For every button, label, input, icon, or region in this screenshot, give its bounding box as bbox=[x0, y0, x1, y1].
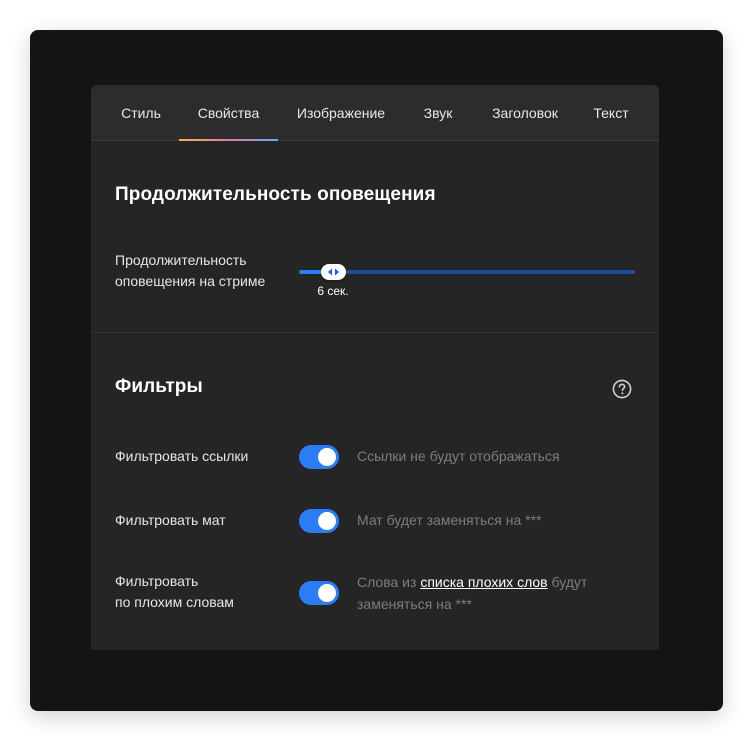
app-frame: Стиль Свойства Изображение Звук Заголово… bbox=[30, 30, 723, 711]
tab-sound[interactable]: Звук bbox=[409, 85, 467, 140]
filter-bad-words-description-line2: заменяться на *** bbox=[357, 596, 472, 612]
filter-profanity-description: Мат будет заменяться на *** bbox=[357, 512, 542, 528]
filter-profanity-toggle[interactable] bbox=[299, 509, 339, 533]
filter-bad-words-description: Слова из списка плохих слов будут заменя… bbox=[357, 571, 587, 615]
toggle-knob bbox=[318, 512, 336, 530]
desc-prefix: Слова из bbox=[357, 574, 421, 590]
duration-label-line2: оповещения на стриме bbox=[115, 273, 266, 289]
tab-style[interactable]: Стиль bbox=[109, 85, 173, 140]
duration-slider[interactable]: 6 сек. bbox=[299, 263, 635, 298]
question-circle-icon bbox=[612, 379, 632, 399]
filters-section-title: Фильтры bbox=[115, 376, 203, 397]
filter-bad-words-toggle[interactable] bbox=[299, 581, 339, 605]
left-right-arrows-icon bbox=[328, 268, 339, 276]
filter-bad-words-label-line1: Фильтровать bbox=[115, 573, 199, 589]
help-icon[interactable] bbox=[612, 379, 632, 399]
filter-links-label: Фильтровать ссылки bbox=[115, 448, 249, 464]
filter-links-description: Ссылки не будут отображаться bbox=[357, 448, 560, 464]
tab-header[interactable]: Заголовок bbox=[479, 85, 571, 140]
filter-bad-words-label: Фильтровать по плохим словам bbox=[115, 571, 234, 613]
filter-links-toggle[interactable] bbox=[299, 445, 339, 469]
duration-section-title: Продолжительность оповещения bbox=[115, 184, 436, 205]
tab-image[interactable]: Изображение bbox=[287, 85, 395, 140]
section-divider bbox=[91, 332, 659, 333]
duration-label: Продолжительность оповещения на стриме bbox=[115, 250, 265, 292]
slider-handle[interactable] bbox=[321, 264, 346, 280]
toggle-knob bbox=[318, 584, 336, 602]
slider-value-label: 6 сек. bbox=[317, 284, 349, 298]
tab-text[interactable]: Текст bbox=[585, 85, 637, 140]
tab-bar: Стиль Свойства Изображение Звук Заголово… bbox=[91, 85, 659, 141]
bad-words-list-link[interactable]: списка плохих слов bbox=[420, 574, 547, 590]
filter-bad-words-label-line2: по плохим словам bbox=[115, 594, 234, 610]
toggle-knob bbox=[318, 448, 336, 466]
filter-profanity-label: Фильтровать мат bbox=[115, 512, 226, 528]
settings-panel: Стиль Свойства Изображение Звук Заголово… bbox=[91, 85, 659, 650]
filter-bad-words-description-line1: Слова из списка плохих слов будут bbox=[357, 571, 587, 593]
duration-label-line1: Продолжительность bbox=[115, 252, 247, 268]
tab-properties[interactable]: Свойства bbox=[179, 85, 278, 141]
slider-track[interactable] bbox=[299, 270, 635, 274]
desc-suffix: будут bbox=[547, 574, 588, 590]
